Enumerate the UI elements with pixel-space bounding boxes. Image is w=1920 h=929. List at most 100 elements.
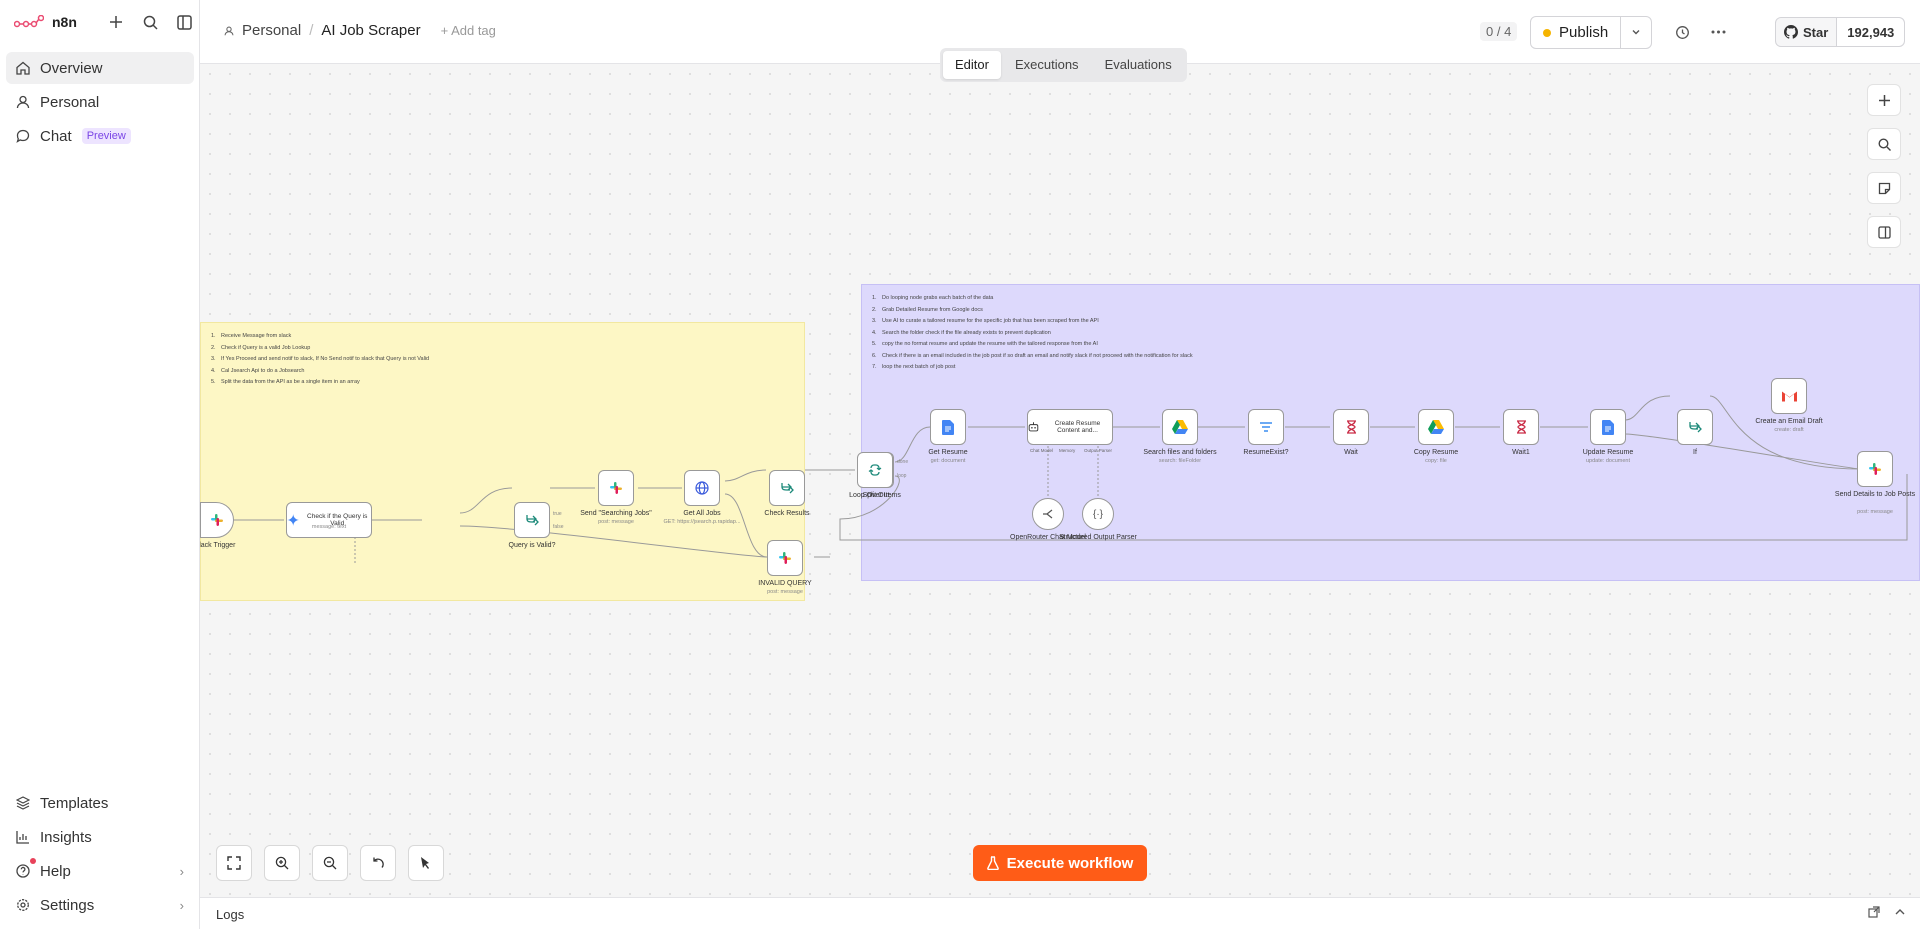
- chevron-up-icon[interactable]: [1894, 906, 1906, 921]
- wait-node[interactable]: [1333, 409, 1369, 445]
- chevron-right-icon: ›: [179, 897, 184, 913]
- send-searching-node[interactable]: [598, 470, 634, 506]
- get-resume-node[interactable]: [930, 409, 966, 445]
- list-number: 3.: [872, 318, 877, 324]
- add-node-button[interactable]: [1867, 84, 1901, 116]
- plus-icon[interactable]: [104, 10, 128, 34]
- notification-dot: [30, 858, 36, 864]
- node-label: Wait: [1344, 449, 1358, 456]
- invalid-query-node[interactable]: [767, 540, 803, 576]
- sticky-note-yellow[interactable]: 1. Receive Message from slack 2. Check if Q…: [200, 322, 805, 601]
- list-number: 5.: [872, 341, 877, 347]
- history-icon[interactable]: [1670, 20, 1694, 44]
- zoom-out-button[interactable]: [312, 845, 348, 881]
- user-icon: [224, 26, 234, 35]
- add-sticky-button[interactable]: [1867, 172, 1901, 204]
- sidebar-item-templates[interactable]: Templates: [6, 787, 194, 819]
- node-label: Wait1: [1512, 449, 1530, 456]
- gmail-icon: [1781, 391, 1797, 402]
- execute-workflow-button[interactable]: Execute workflow: [973, 845, 1147, 881]
- send-details-node[interactable]: [1857, 451, 1893, 487]
- sidebar-item-help[interactable]: Help ›: [6, 855, 194, 887]
- logs-panel[interactable]: Logs: [200, 897, 1920, 929]
- loop-over-items-node[interactable]: [857, 452, 893, 488]
- node-subtitle: post: message: [1857, 509, 1893, 515]
- sidebar-item-label: Settings: [40, 896, 95, 914]
- evaluation-counter: 0 / 4: [1480, 22, 1518, 41]
- sticky-note-item: 2. Check if Query is a valid Job Lookup: [211, 343, 794, 355]
- sidebar-item-insights[interactable]: Insights: [6, 821, 194, 853]
- search-icon[interactable]: [138, 10, 162, 34]
- node-label: Send Details to Job Posts: [1834, 491, 1916, 498]
- node-label: Get All Jobs: [683, 510, 721, 517]
- sidebar-item-chat[interactable]: Chat Preview: [6, 120, 194, 152]
- sidebar-item-settings[interactable]: Settings ›: [6, 889, 194, 921]
- fullscreen-icon: [227, 856, 241, 870]
- update-resume-node[interactable]: [1590, 409, 1626, 445]
- get-all-jobs-node[interactable]: [684, 470, 720, 506]
- reset-zoom-button[interactable]: [360, 845, 396, 881]
- zoom-in-button[interactable]: [264, 845, 300, 881]
- tab-evaluations[interactable]: Evaluations: [1093, 51, 1184, 79]
- chat-icon: [16, 129, 30, 143]
- workflow-name[interactable]: AI Job Scraper: [321, 22, 420, 39]
- node-label: Check Results: [764, 510, 810, 517]
- tab-executions[interactable]: Executions: [1003, 51, 1091, 79]
- list-number: 4.: [872, 329, 877, 336]
- view-tabs-bar: Editor Executions Evaluations: [940, 48, 1187, 82]
- list-text: Use AI to curate a tailored resume for t…: [882, 318, 1099, 324]
- structured-parser-node[interactable]: {·}: [1082, 498, 1114, 530]
- openrouter-node[interactable]: [1032, 498, 1064, 530]
- publish-button[interactable]: Publish: [1531, 17, 1622, 48]
- github-star-button[interactable]: Star 192,943: [1775, 17, 1906, 47]
- list-text: Search the folder check if the file alre…: [882, 329, 1051, 336]
- wait1-node[interactable]: [1503, 409, 1539, 445]
- chevron-down-icon[interactable]: [1621, 24, 1651, 41]
- search-nodes-button[interactable]: [1867, 128, 1901, 160]
- sidebar-item-personal[interactable]: Personal: [6, 86, 194, 118]
- check-query-node[interactable]: Check if the Query is Valid: [286, 502, 372, 538]
- sidebar-item-overview[interactable]: Overview: [6, 52, 194, 84]
- node-subtitle: post: message: [767, 589, 803, 595]
- node-subtitle: create: draft: [1774, 427, 1804, 433]
- toggle-panel-button[interactable]: [1867, 216, 1901, 248]
- search-files-node[interactable]: [1162, 409, 1198, 445]
- loop-icon: [868, 464, 882, 476]
- list-text: Do looping node grabs each batch of the …: [882, 295, 994, 301]
- breadcrumb-separator: /: [309, 22, 314, 39]
- sidebar-item-label: Help: [40, 862, 71, 880]
- more-options-icon[interactable]: [1706, 20, 1730, 44]
- execute-label: Execute workflow: [1006, 854, 1134, 872]
- check-results-node[interactable]: [769, 470, 805, 506]
- chevron-right-icon: ›: [179, 863, 184, 879]
- project-link[interactable]: Personal: [242, 22, 301, 39]
- add-tag-button[interactable]: + Add tag: [441, 23, 496, 38]
- google-drive-icon: [1172, 420, 1188, 434]
- logs-label: Logs: [216, 907, 245, 922]
- port-label: loop: [897, 473, 907, 479]
- if-node[interactable]: [1677, 409, 1713, 445]
- copy-resume-node[interactable]: [1418, 409, 1454, 445]
- tidy-up-button[interactable]: [408, 845, 444, 881]
- port-label: false: [553, 524, 564, 530]
- sidebar-toggle-icon[interactable]: [172, 10, 196, 34]
- node-label: Structured Output Parser: [1059, 534, 1137, 541]
- list-text: loop the next batch of job post: [882, 364, 956, 370]
- workflow-canvas[interactable]: 1. Receive Message from slack 2. Check if Q…: [200, 64, 1920, 897]
- fit-view-button[interactable]: [216, 845, 252, 881]
- create-resume-agent-node[interactable]: Create Resume Content and...: [1027, 409, 1113, 445]
- tab-editor[interactable]: Editor: [943, 51, 1001, 79]
- resume-exist-filter-node[interactable]: [1248, 409, 1284, 445]
- zoom-in-icon: [275, 856, 289, 870]
- email-draft-node[interactable]: [1771, 378, 1807, 414]
- publish-button-group: Publish: [1530, 16, 1652, 49]
- node-title: Create Resume Content and...: [1054, 420, 1101, 434]
- node-subtitle: message: text: [311, 524, 347, 530]
- popout-icon[interactable]: [1868, 906, 1880, 921]
- slack-icon: [211, 514, 223, 526]
- status-dot: [1543, 28, 1551, 37]
- brand[interactable]: n8n: [14, 12, 77, 32]
- user-icon: [16, 95, 30, 109]
- if-query-valid-node[interactable]: [514, 502, 550, 538]
- search-icon: [1877, 137, 1891, 151]
